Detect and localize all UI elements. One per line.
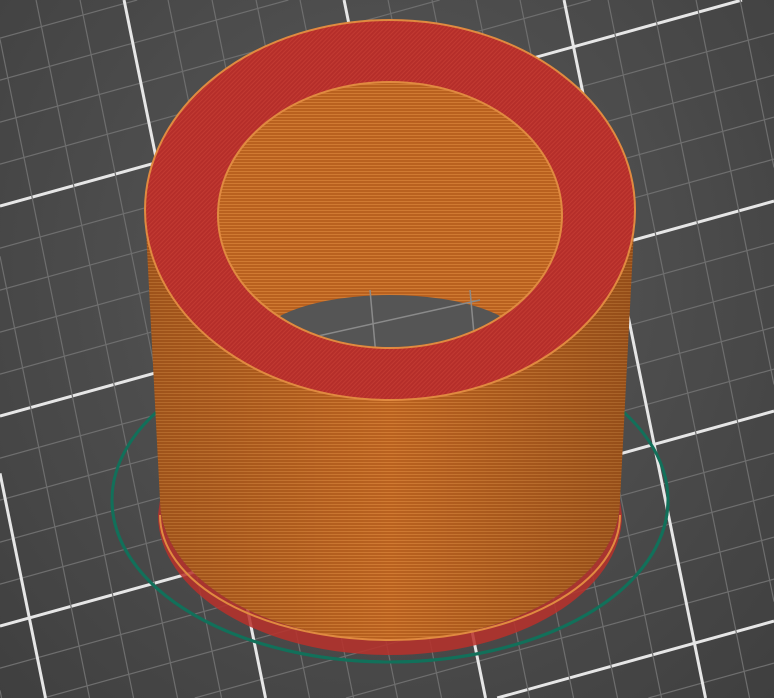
grid-line-major: [0, 473, 48, 698]
grid-line: [695, 0, 774, 385]
grid-line-major: [496, 619, 774, 698]
3d-preview-viewport[interactable]: [0, 0, 774, 698]
grid-line: [607, 0, 751, 698]
grid-line: [651, 0, 774, 602]
grid-line: [0, 0, 138, 39]
grid-line: [648, 662, 774, 698]
grid-line: [0, 690, 3, 698]
scene: [0, 0, 774, 698]
grid-line: [0, 256, 91, 698]
